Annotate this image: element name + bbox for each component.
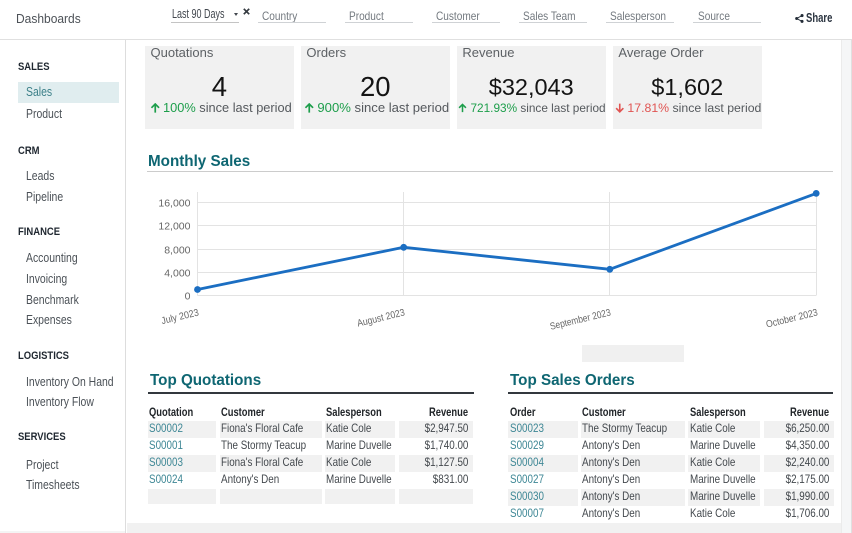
svg-text:4,000: 4,000	[164, 267, 190, 279]
svg-text:July 2023: July 2023	[160, 307, 200, 327]
svg-text:8,000: 8,000	[164, 244, 190, 256]
svg-text:August 2023: August 2023	[356, 307, 406, 329]
svg-text:12,000: 12,000	[158, 220, 190, 232]
svg-text:October 2023: October 2023	[765, 307, 819, 330]
svg-text:September 2023: September 2023	[549, 307, 612, 332]
svg-text:0: 0	[185, 290, 191, 302]
svg-text:16,000: 16,000	[158, 197, 190, 209]
